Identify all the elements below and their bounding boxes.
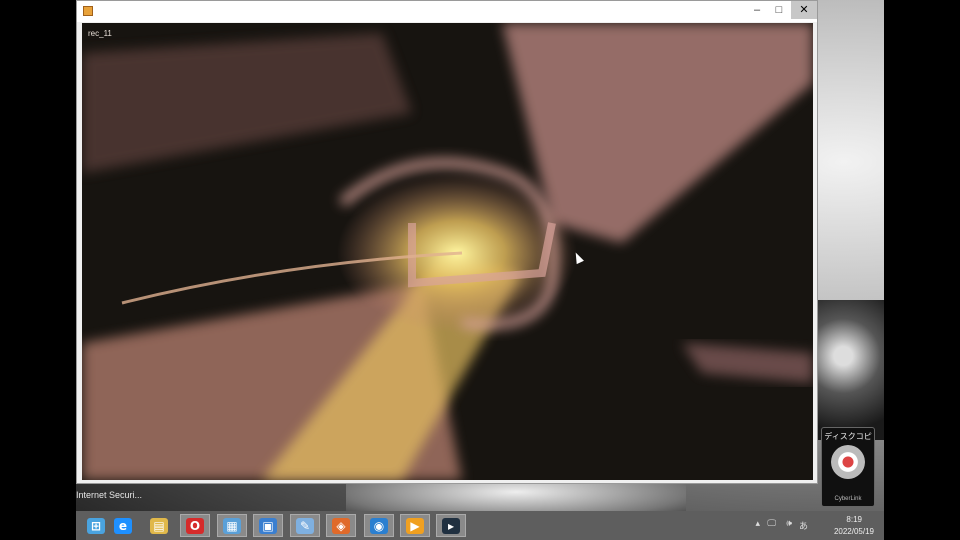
window-titlebar[interactable]: – □ ✕ [77,1,817,22]
start-button[interactable]: ⊞ [81,514,111,537]
opera-icon-glyph: O [186,517,204,534]
colorful-app-icon-glyph: ◈ [332,517,350,534]
paint-app-icon-glyph: ✎ [296,517,314,534]
wallpaper-water-drops [816,300,884,440]
file-explorer-icon[interactable]: ▤ [144,514,174,537]
tray-volume-icon[interactable]: 🕪 [786,519,792,529]
disc-icon[interactable] [831,445,865,479]
clock-date[interactable]: 2022/05/19 [834,527,874,536]
app-window[interactable]: – □ ✕ rec_11 [76,0,818,484]
media-player-icon[interactable]: ▶ [400,514,430,537]
network-app-icon[interactable]: ▣ [253,514,283,537]
desktop-label-internet-security[interactable]: Internet Securi... [76,490,142,500]
gadget-brand: CyberLink [834,496,862,502]
file-explorer-icon-glyph: ▤ [150,517,168,534]
document-icon-glyph: ▦ [223,517,241,534]
app-icon [83,6,93,16]
left-black-bar [0,0,76,540]
tray-ime-icon[interactable]: あ [799,519,808,532]
media-player-icon-glyph: ▶ [406,517,424,534]
minimize-button[interactable]: – [745,1,769,19]
document-icon[interactable]: ▦ [217,514,247,537]
canvas-label: rec_11 [88,29,112,38]
close-button[interactable]: ✕ [791,1,817,19]
render-canvas[interactable]: rec_11 [82,23,813,480]
disc-copy-gadget[interactable]: ディスクコピー CyberLink [821,427,875,507]
opera-icon[interactable]: O [180,514,210,537]
video-editor-icon[interactable]: ▸ [436,514,466,537]
internet-explorer-icon[interactable]: e [108,514,138,537]
paint-app-icon[interactable]: ✎ [290,514,320,537]
internet-explorer-icon-glyph: e [114,517,132,534]
tray-chevron-icon[interactable]: ▴ [755,519,760,529]
clock-time[interactable]: 8:19 [846,515,862,524]
camera-app-icon[interactable]: ◉ [364,514,394,537]
system-tray: ▴ 🖵 🕪 あ 8:19 2022/05/19 [744,511,884,540]
maximize-button[interactable]: □ [767,1,791,19]
colorful-app-icon[interactable]: ◈ [326,514,356,537]
camera-app-icon-glyph: ◉ [370,517,388,534]
abstract-render-image [82,23,813,480]
network-app-icon-glyph: ▣ [259,517,277,534]
video-editor-icon-glyph: ▸ [442,517,460,534]
tray-network-icon[interactable]: 🖵 [767,519,776,529]
start-glyph: ⊞ [87,517,105,534]
right-black-bar [884,0,960,540]
taskbar: ⊞ e ▤ O ▦ ▣ ✎ ◈ ◉ ▶ ▸ ▴ 🖵 🕪 あ 8:19 2022/05/19 [76,511,884,540]
